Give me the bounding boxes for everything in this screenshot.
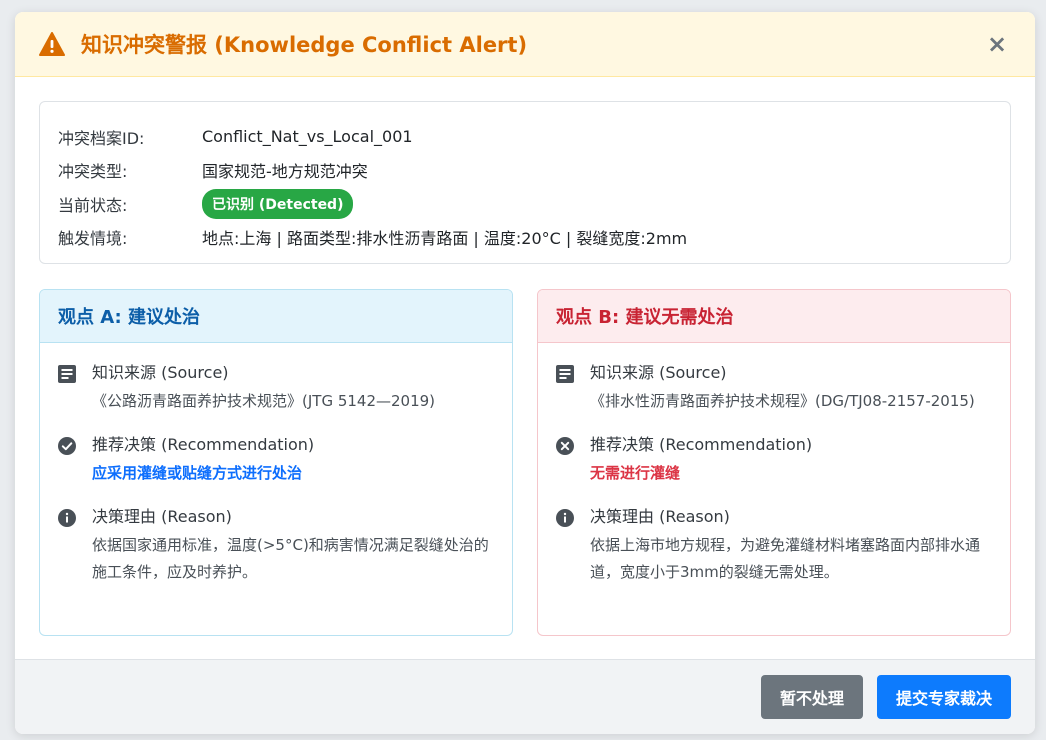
reason-title: 决策理由 (Reason) [92, 507, 232, 526]
viewpoint-a-card: 观点 A: 建议处治 知识来源 (Source) 《公路沥青路面养护技术规范》(… [39, 289, 513, 636]
close-icon[interactable]: × [983, 30, 1011, 58]
reason-text: 依据国家通用标准，温度(>5°C)和病害情况满足裂缝处治的施工条件，应及时养护。 [92, 536, 489, 581]
source-text: 《排水性沥青路面养护技术规程》(DG/TJ08-2157-2015) [590, 392, 975, 410]
info-label: 冲突档案ID: [58, 128, 145, 148]
conflict-alert-dialog: 知识冲突警报 (Knowledge Conflict Alert) × 冲突档案… [15, 12, 1035, 734]
dialog-body: 冲突档案ID: Conflict_Nat_vs_Local_001 冲突类型: … [15, 77, 1035, 659]
info-row-id: 冲突档案ID: Conflict_Nat_vs_Local_001 [58, 120, 992, 154]
dialog-footer: 暂不处理 提交专家裁决 [15, 659, 1035, 734]
recommendation-section: 推荐决策 (Recommendation) 应采用灌缝或贴缝方式进行处治 [58, 433, 494, 487]
reason-section: 决策理由 (Reason) 依据上海市地方规程，为避免灌缝材料堵塞路面内部排水通… [556, 505, 992, 586]
check-circle-icon [58, 433, 92, 487]
recommendation-section: 推荐决策 (Recommendation) 无需进行灌缝 [556, 433, 992, 487]
defer-button[interactable]: 暂不处理 [760, 675, 863, 719]
recommendation-title: 推荐决策 (Recommendation) [590, 435, 813, 454]
info-icon [58, 505, 92, 586]
conflict-info-card: 冲突档案ID: Conflict_Nat_vs_Local_001 冲突类型: … [39, 101, 1011, 264]
dialog-header: 知识冲突警报 (Knowledge Conflict Alert) × [15, 12, 1035, 77]
info-label: 冲突类型: [58, 162, 128, 182]
trigger-context-value: 地点:上海 | 路面类型:排水性沥青路面 | 温度:20°C | 裂缝宽度:2m… [202, 229, 688, 249]
source-title: 知识来源 (Source) [590, 363, 727, 382]
info-label: 当前状态: [58, 195, 128, 215]
dialog-title: 知识冲突警报 (Knowledge Conflict Alert) [81, 33, 528, 57]
recommendation-title: 推荐决策 (Recommendation) [92, 435, 315, 454]
warning-triangle-icon [39, 30, 67, 58]
reason-title: 决策理由 (Reason) [590, 507, 730, 526]
source-section: 知识来源 (Source) 《排水性沥青路面养护技术规程》(DG/TJ08-21… [556, 361, 992, 415]
info-row-context: 触发情境: 地点:上海 | 路面类型:排水性沥青路面 | 温度:20°C | 裂… [58, 221, 992, 255]
source-title: 知识来源 (Source) [92, 363, 229, 382]
info-icon [556, 505, 590, 586]
info-row-type: 冲突类型: 国家规范-地方规范冲突 [58, 154, 992, 188]
source-text: 《公路沥青路面养护技术规范》(JTG 5142—2019) [92, 392, 436, 410]
reason-section: 决策理由 (Reason) 依据国家通用标准，温度(>5°C)和病害情况满足裂缝… [58, 505, 494, 586]
viewpoint-b-title: 观点 B: 建议无需处治 [538, 290, 1010, 343]
info-label: 触发情境: [58, 229, 128, 249]
x-circle-icon [556, 433, 590, 487]
submit-expert-button[interactable]: 提交专家裁决 [876, 675, 1011, 719]
conflict-type-value: 国家规范-地方规范冲突 [202, 162, 368, 182]
recommendation-text: 无需进行灌缝 [590, 464, 681, 482]
document-icon [58, 361, 92, 415]
status-badge: 已识别 (Detected) [202, 188, 354, 219]
viewpoint-b-card: 观点 B: 建议无需处治 知识来源 (Source) 《排水性沥青路面养护技术规… [537, 289, 1011, 636]
viewpoint-a-title: 观点 A: 建议处治 [40, 290, 512, 343]
document-icon [556, 361, 590, 415]
reason-text: 依据上海市地方规程，为避免灌缝材料堵塞路面内部排水通道，宽度小于3mm的裂缝无需… [590, 536, 981, 581]
conflict-id-value: Conflict_Nat_vs_Local_001 [202, 127, 413, 147]
info-row-status: 当前状态: 已识别 (Detected) [58, 187, 992, 221]
recommendation-text: 应采用灌缝或贴缝方式进行处治 [92, 464, 303, 482]
source-section: 知识来源 (Source) 《公路沥青路面养护技术规范》(JTG 5142—20… [58, 361, 494, 415]
